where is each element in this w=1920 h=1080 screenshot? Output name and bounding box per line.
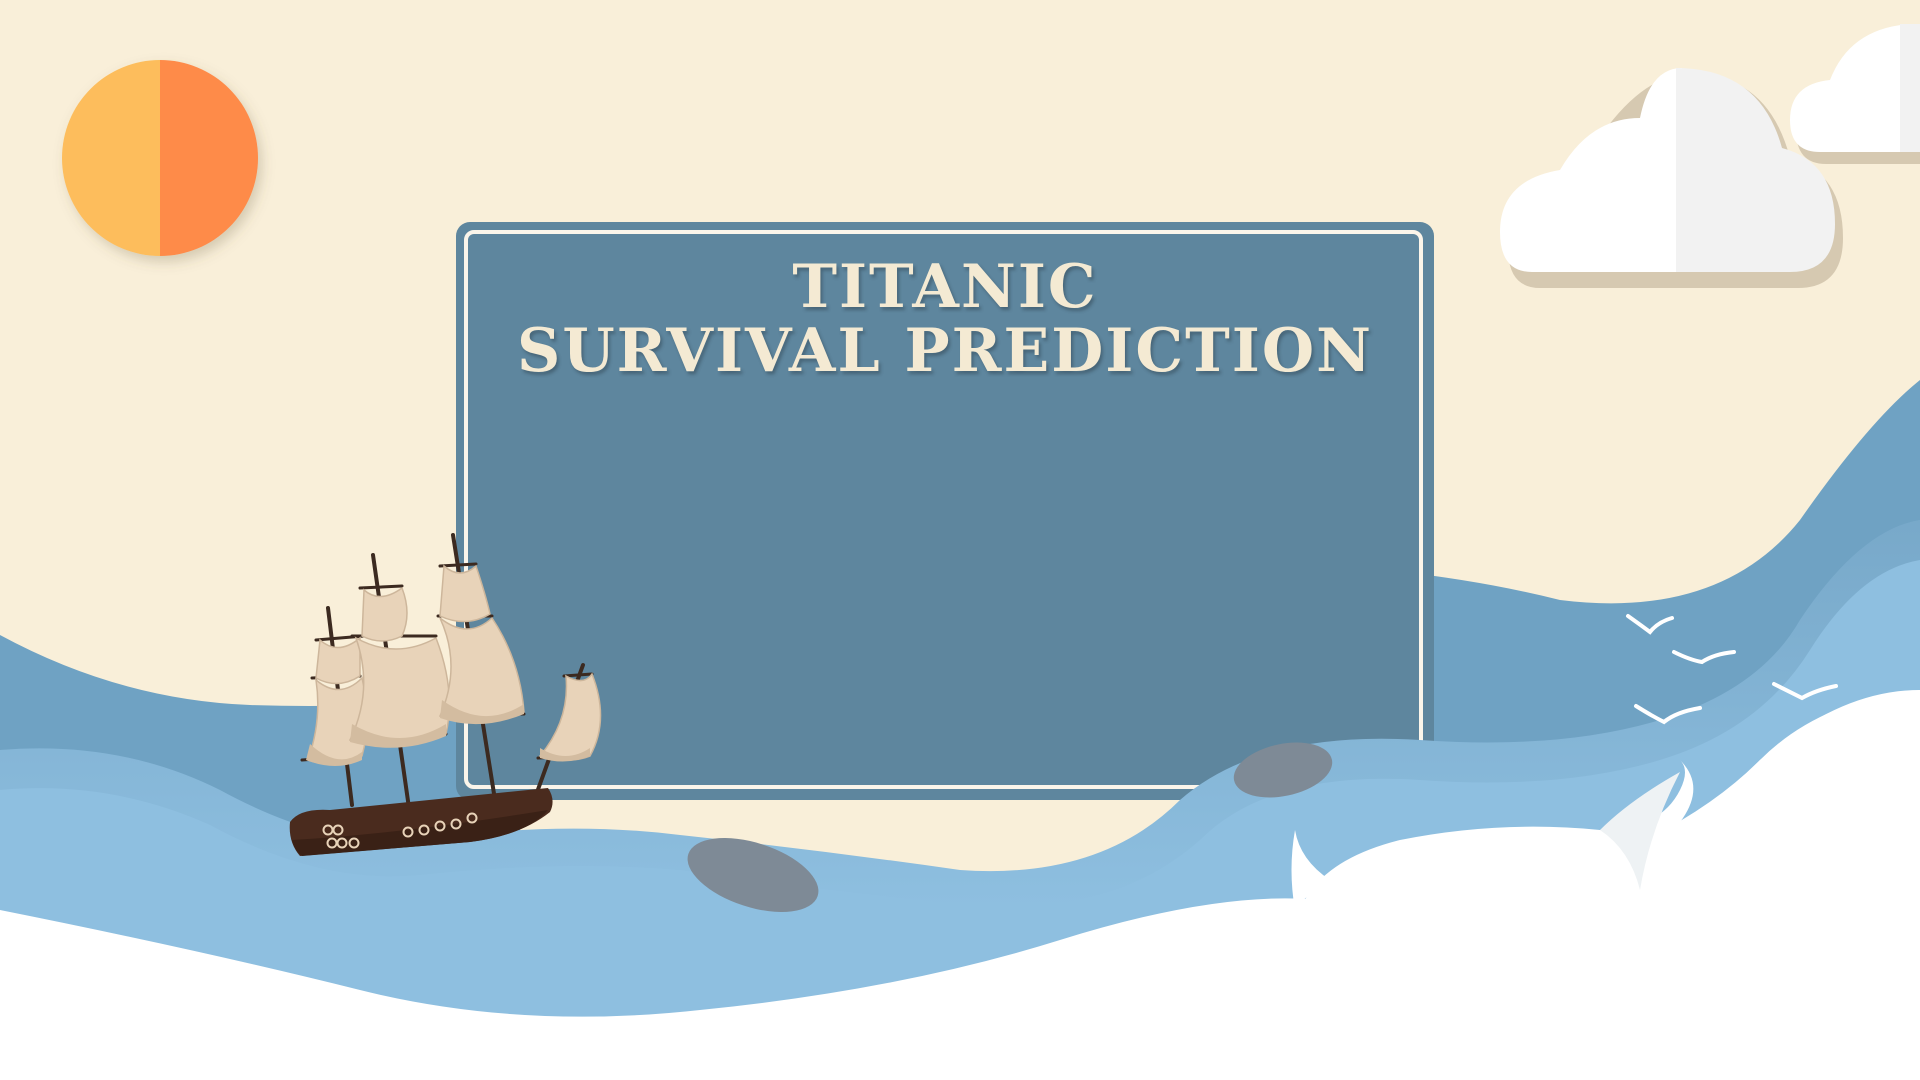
bird-icon bbox=[1626, 614, 1674, 635]
bird-icon bbox=[1672, 650, 1736, 665]
ship-icon bbox=[289, 533, 602, 856]
slide-canvas: TITANIC SURVIVAL PREDICTION bbox=[0, 0, 1920, 1080]
foreground-layer bbox=[0, 520, 1920, 1080]
